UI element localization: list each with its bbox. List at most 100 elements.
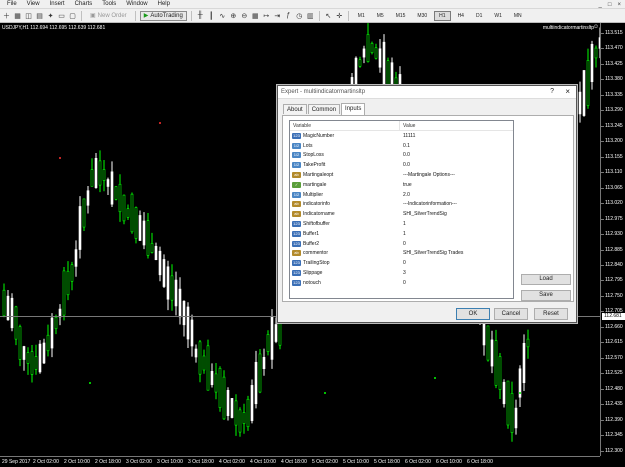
close-window-button[interactable]: × <box>617 2 621 8</box>
tab-about[interactable]: About <box>283 104 307 114</box>
param-name: commentor <box>303 250 329 257</box>
menu-tools[interactable]: Tools <box>97 0 121 9</box>
bar-chart-icon[interactable]: ╫ <box>196 11 205 20</box>
tile-windows-icon[interactable]: ▦ <box>251 11 260 20</box>
candle-body <box>22 346 26 360</box>
param-row[interactable]: ab indicatorinfo ---Indicatorinformation--… <box>290 200 513 210</box>
param-value[interactable]: SHI_SilverTrendSig <box>400 211 513 217</box>
timeframe-m1[interactable]: M1 <box>353 11 370 21</box>
auto-scroll-icon[interactable]: ↦ <box>262 11 271 20</box>
param-row[interactable]: 123 TrailingStop 0 <box>290 258 513 268</box>
param-value[interactable]: 0 <box>400 241 513 247</box>
dialog-title: Expert - multiindicatormartinsltp <box>278 86 576 99</box>
line-chart-icon[interactable]: ∿ <box>218 11 227 20</box>
param-row[interactable]: 123 notouch 0 <box>290 278 513 288</box>
param-value[interactable]: ---Indicatorinformation--- <box>400 201 513 207</box>
param-row[interactable]: 123 Buffer2 0 <box>290 239 513 249</box>
time-tick-label: 6 Oct 02:00 <box>405 459 431 465</box>
param-value[interactable]: true <box>400 182 513 188</box>
candle-body <box>374 47 378 59</box>
new-order-button[interactable]: ▣ New Order <box>86 11 131 21</box>
navigator-icon[interactable]: ✦ <box>46 11 55 20</box>
candlestick-icon[interactable]: ┃ <box>207 11 216 20</box>
param-value[interactable]: 2.0 <box>400 192 513 198</box>
timeframe-m30[interactable]: M30 <box>412 11 432 21</box>
indicators-icon[interactable]: ƒ <box>284 11 293 20</box>
param-value[interactable]: 0.0 <box>400 152 513 158</box>
price-tick-mark <box>601 33 604 34</box>
help-button[interactable]: ? <box>550 88 554 95</box>
zoom-in-icon[interactable]: ⊕ <box>229 11 238 20</box>
templates-icon[interactable]: ▥ <box>306 11 315 20</box>
profiles-icon[interactable]: ▦ <box>13 11 22 20</box>
strategy-tester-icon[interactable]: ▢ <box>68 11 77 20</box>
cancel-button[interactable]: Cancel <box>494 308 528 320</box>
menu-window[interactable]: Window <box>121 0 152 9</box>
menu-charts[interactable]: Charts <box>70 0 98 9</box>
param-row[interactable]: ab Indicatorname SHI_SilverTrendSig <box>290 209 513 219</box>
param-value[interactable]: 11111 <box>400 133 513 139</box>
candle-body <box>214 373 218 393</box>
param-row[interactable]: 123 Slippage 3 <box>290 268 513 278</box>
time-tick-label: 3 Oct 18:00 <box>188 459 214 465</box>
tab-inputs[interactable]: Inputs <box>341 103 366 115</box>
param-value[interactable]: 0 <box>400 260 513 266</box>
param-row[interactable]: 1/2 StopLoss 0.0 <box>290 151 513 161</box>
timeframe-h1[interactable]: H1 <box>434 10 451 21</box>
price-tick-mark <box>601 280 604 282</box>
param-row[interactable]: ab Martingaleopt ---Martingale Options--- <box>290 170 513 180</box>
terminal-icon[interactable]: ▭ <box>57 11 66 20</box>
chart-shift-icon[interactable]: ⇥ <box>273 11 282 20</box>
save-button[interactable]: Save <box>521 290 571 301</box>
time-tick-label: 3 Oct 02:00 <box>126 459 152 465</box>
timeframe-mn[interactable]: MN <box>509 11 527 21</box>
param-row[interactable]: 1/2 Multiplier 2.0 <box>290 190 513 200</box>
data-window-icon[interactable]: ▤ <box>35 11 44 20</box>
maximize-button[interactable]: □ <box>608 2 612 8</box>
param-row[interactable]: 123 MagicNumber 11111 <box>290 131 513 141</box>
menu-insert[interactable]: Insert <box>45 0 70 9</box>
param-row[interactable]: 1/2 TakeProfit 0.0 <box>290 160 513 170</box>
param-row[interactable]: 123 Buffer1 1 <box>290 229 513 239</box>
price-tick-label: 113.470 <box>605 45 623 52</box>
autotrading-button[interactable]: ▶ AutoTrading <box>139 10 187 21</box>
menu-view[interactable]: View <box>22 0 45 9</box>
timeframe-m15[interactable]: M15 <box>391 11 411 21</box>
param-value[interactable]: 1 <box>400 231 513 237</box>
param-value[interactable]: 3 <box>400 270 513 276</box>
param-type-icon: 123 <box>292 230 301 237</box>
param-row[interactable]: 123 Shiftofbuffer 1 <box>290 219 513 229</box>
column-value[interactable]: Value <box>400 121 513 130</box>
param-value[interactable]: 0.0 <box>400 162 513 168</box>
param-row[interactable]: ab commentor SHI_SilverTrendSig Trades <box>290 249 513 259</box>
param-value[interactable]: ---Martingale Options--- <box>400 172 513 178</box>
reset-button[interactable]: Reset <box>534 308 568 320</box>
param-value[interactable]: 1 <box>400 221 513 227</box>
new-chart-icon[interactable]: ＋ <box>2 11 11 20</box>
ok-button[interactable]: OK <box>456 308 490 320</box>
timeframe-d1[interactable]: D1 <box>471 11 487 21</box>
param-value[interactable]: 0.1 <box>400 143 513 149</box>
param-value[interactable]: SHI_SilverTrendSig Trades <box>400 250 513 256</box>
param-row[interactable]: 1/2 Lots 0.1 <box>290 141 513 151</box>
param-row[interactable]: ✓ martingale true <box>290 180 513 190</box>
param-variable-cell: 123 Slippage <box>290 270 400 277</box>
minimize-button[interactable]: _ <box>599 2 602 8</box>
timeframe-w1[interactable]: W1 <box>489 11 507 21</box>
zoom-out-icon[interactable]: ⊖ <box>240 11 249 20</box>
load-button[interactable]: Load <box>521 274 571 285</box>
cursor-icon[interactable]: ↖ <box>324 11 333 20</box>
timeframe-h4[interactable]: H4 <box>453 11 469 21</box>
menu-help[interactable]: Help <box>153 0 175 9</box>
candle-body <box>582 70 586 116</box>
tab-common[interactable]: Common <box>307 104 341 114</box>
timeframe-m5[interactable]: M5 <box>372 11 389 21</box>
market-watch-icon[interactable]: ◫ <box>24 11 33 20</box>
close-dialog-button[interactable]: × <box>565 87 570 96</box>
menu-file[interactable]: File <box>2 0 22 9</box>
param-value[interactable]: 0 <box>400 280 513 286</box>
column-variable[interactable]: Variable <box>290 121 400 130</box>
crosshair-icon[interactable]: ✛ <box>335 11 344 20</box>
periods-icon[interactable]: ◷ <box>295 11 304 20</box>
param-variable-cell: ab commentor <box>290 250 400 257</box>
